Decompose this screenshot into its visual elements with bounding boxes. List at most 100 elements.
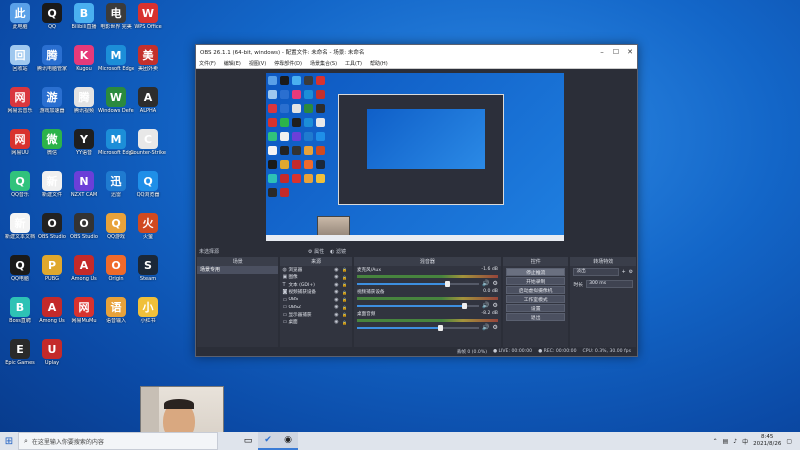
obs-taskbar-icon[interactable]: ◉ [278,432,298,450]
visibility-eye-icon[interactable]: ◉ [332,304,340,310]
lock-icon[interactable]: 🔒 [340,320,348,325]
ime-icon[interactable]: 中 [742,437,748,446]
desktop-icon[interactable]: 小小红书 [131,297,165,324]
lock-icon[interactable]: 🔒 [340,305,348,310]
desktop-icon[interactable]: 语语音输入 [99,297,133,324]
desktop-icon[interactable]: 此此电脑 [3,3,37,30]
desktop-icon[interactable]: Q QQ浏览器 [131,171,165,198]
desktop-icon[interactable]: 新新建文本文档 [3,213,37,240]
add-transition-icon[interactable]: + [622,270,626,275]
channel-settings-icon[interactable]: ⚙ [493,324,498,331]
maximize-icon[interactable]: ☐ [609,48,623,56]
transition-type-select[interactable]: 淡出 [573,268,619,276]
desktop-icon[interactable]: A ALPHA [131,87,165,114]
desktop-icon[interactable]: 腾腾讯电脑管家 [35,45,69,72]
desktop-icon[interactable]: 网网易云音乐 [3,87,37,114]
taskbar-search[interactable]: ⌕ 在这里输入你要搜索的内容 [18,432,218,450]
source-row[interactable]: ◍ 浏览器 ◉ 🔒 [280,266,352,274]
channel-settings-icon[interactable]: ⚙ [493,280,498,287]
source-row[interactable]: ▭ OBS ◉ 🔒 [280,296,352,304]
desktop-icon[interactable]: A Among Us [67,255,101,282]
source-row[interactable]: ▭ 显示器捕获 ◉ 🔒 [280,311,352,319]
studio-mode-button[interactable]: 工作室模式 [505,295,566,303]
preview-canvas[interactable] [266,73,564,241]
visibility-eye-icon[interactable]: ◉ [332,289,340,295]
desktop-icon[interactable]: O Origin [99,255,133,282]
desktop-icon[interactable]: Q QQ音乐 [3,171,37,198]
desktop-icon[interactable]: WWindows Defender [98,87,134,114]
menu-help[interactable]: 帮助(H) [370,60,388,67]
volume-slider[interactable] [356,280,480,287]
volume-slider[interactable] [356,302,480,309]
desktop-icon[interactable]: 迅迅雷 [99,171,133,198]
start-recording-button[interactable]: 开始录制 [505,277,566,285]
visibility-eye-icon[interactable]: ◉ [332,274,340,280]
desktop-icon[interactable]: S Steam [131,255,165,282]
desktop-icon[interactable]: Y YY语音 [67,129,101,156]
tray-expand-icon[interactable]: ⌃ [713,438,718,445]
desktop-icon[interactable]: Q QQ电脑 [3,255,37,282]
exit-button[interactable]: 退出 [505,313,566,321]
desktop-icon[interactable]: U Uplay [35,339,69,366]
lock-icon[interactable]: 🔒 [340,267,348,272]
desktop-icon[interactable]: W WPS Office [131,3,165,30]
visibility-eye-icon[interactable]: ◉ [332,312,340,318]
taskbar-app-icon[interactable]: ✔ [258,432,278,450]
menu-docks[interactable]: 停靠部件(D) [274,60,302,67]
filters-button[interactable]: ◐ 滤镜 [330,248,346,255]
desktop-icon[interactable]: 微微信 [35,129,69,156]
desktop-icon[interactable]: 火火萤 [131,213,165,240]
desktop-icon[interactable]: B Boss直聘 [3,297,37,324]
desktop-icon[interactable]: 新新建文件 [35,171,69,198]
source-row[interactable]: ◙ 视频捕获设备 ◉ 🔒 [280,289,352,297]
visibility-eye-icon[interactable]: ◉ [332,319,340,325]
desktop-icon[interactable]: M Microsoft Edge [98,45,134,72]
desktop-icon[interactable]: Q QQ [35,3,69,30]
obs-title-bar[interactable]: OBS 26.1.1 (64-bit, windows) - 配置文件: 未命名… [196,45,637,59]
desktop-icon[interactable]: Q QQ游戏 [99,213,133,240]
visibility-eye-icon[interactable]: ◉ [332,297,340,303]
desktop-icon[interactable]: 网网易UU [3,129,37,156]
menu-scene-collection[interactable]: 场景集合(S) [310,60,337,67]
visibility-eye-icon[interactable]: ◉ [332,267,340,273]
speaker-icon[interactable]: 🔊 [482,280,489,287]
minimize-icon[interactable]: – [595,48,609,56]
desktop-icon[interactable]: O OBS Studio [67,213,101,240]
desktop-icon[interactable]: N NZXT CAM [67,171,101,198]
desktop-icon[interactable]: 腾腾讯视频 [67,87,101,114]
source-row[interactable]: T 文本 (GDI+) ◉ 🔒 [280,281,352,289]
network-icon[interactable]: ▤ [723,438,729,445]
visibility-eye-icon[interactable]: ◉ [332,282,340,288]
speaker-icon[interactable]: 🔊 [482,302,489,309]
lock-icon[interactable]: 🔒 [340,312,348,317]
lock-icon[interactable]: 🔒 [340,282,348,287]
desktop-icon[interactable]: 回回收站 [3,45,37,72]
desktop-icon[interactable]: A Among Us [35,297,69,324]
channel-settings-icon[interactable]: ⚙ [493,302,498,309]
desktop-icon[interactable]: O OBS Studio [35,213,69,240]
desktop-icon[interactable]: M Microsoft Edge [98,129,134,156]
scene-item[interactable]: 场景专用 [197,266,279,274]
volume-slider[interactable] [356,324,480,331]
lock-icon[interactable]: 🔒 [340,290,348,295]
transition-settings-icon[interactable]: ⚙ [629,270,633,275]
settings-button[interactable]: 设置 [505,304,566,312]
lock-icon[interactable]: 🔒 [340,275,348,280]
menu-file[interactable]: 文件(F) [199,60,216,67]
menu-edit[interactable]: 编辑(E) [224,60,241,67]
task-view-icon[interactable]: ▭ [238,432,258,450]
desktop-icon[interactable]: 游游戏加速器 [35,87,69,114]
source-row[interactable]: ▭ OBS2 ◉ 🔒 [280,304,352,312]
desktop-icon[interactable]: B Bilibili直播 [67,3,101,30]
desktop-icon[interactable]: 电电影世界 完美 [99,3,133,30]
lock-icon[interactable]: 🔒 [340,297,348,302]
close-icon[interactable]: ✕ [623,48,637,56]
desktop-icon[interactable]: C Counter-Strike [130,129,166,156]
desktop-icon[interactable]: E Epic Games [3,339,37,366]
speaker-icon[interactable]: 🔊 [482,324,489,331]
start-virtual-camera-button[interactable]: 启动虚拟摄像机 [505,286,566,294]
properties-button[interactable]: ⚙ 属性 [308,248,324,255]
windows-start-icon[interactable]: ⊞ [0,436,18,447]
source-row[interactable]: ▭ 桌面 ◉ 🔒 [280,319,352,327]
desktop-icon[interactable]: 美美团外卖 [131,45,165,72]
